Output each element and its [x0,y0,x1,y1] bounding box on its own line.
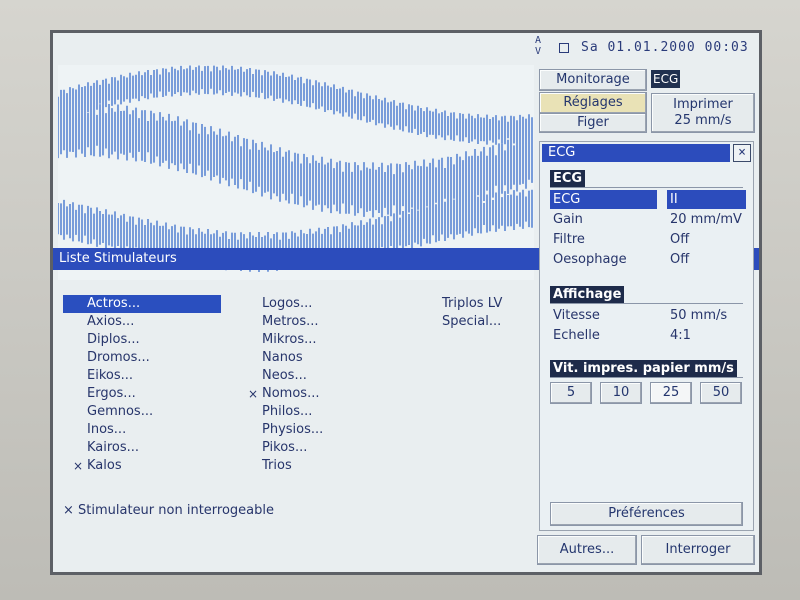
lead-v: V [535,46,542,57]
list-item-label: Kairos... [87,440,140,455]
list-item-label: Physios... [262,422,324,437]
echelle-row[interactable]: Echelle 4:1 [550,326,745,345]
list-item[interactable]: Axios... [63,313,221,331]
footnote: × Stimulateur non interrogeable [63,503,274,518]
imprimer-label: Imprimer [673,97,733,112]
section-ecg: ECG [550,170,586,187]
stimulator-column-3: Triplos LV Special... [418,295,502,331]
status-checkbox[interactable] [559,43,569,53]
reglages-button[interactable]: Réglages [539,92,647,114]
filtre-row[interactable]: Filtre Off [550,230,745,249]
list-item-label: Triplos LV [442,296,503,311]
list-item[interactable]: Actros... [63,295,221,313]
list-item-label: Ergos... [87,386,136,401]
list-item[interactable]: Neos... [238,367,323,385]
list-item[interactable]: Special... [418,313,502,331]
monitorage-button[interactable]: Monitorage [539,69,647,91]
list-item-label: Diplos... [87,332,140,347]
list-item-label: Pikos... [262,440,308,455]
lead-a: A [535,35,542,46]
list-item[interactable]: Pikos... [238,439,323,457]
list-item[interactable]: Triplos LV [418,295,502,313]
oesophage-row[interactable]: Oesophage Off [550,250,745,269]
ecg-lead-row[interactable]: ECG II [550,190,746,209]
list-item[interactable]: Kairos... [63,439,221,457]
row-label: Echelle [553,328,600,343]
list-item-label: Neos... [262,368,307,383]
list-item[interactable]: Ergos... [63,385,221,403]
vitesse-row[interactable]: Vitesse 50 mm/s [550,306,745,325]
non-interrogeable-marker: × [73,459,84,473]
list-item[interactable]: × Nomos... [238,385,323,403]
close-icon[interactable]: × [733,144,751,162]
list-item-label: Special... [442,314,502,329]
list-item-label: Kalos [87,458,122,473]
list-item[interactable]: Physios... [238,421,323,439]
row-value: 4:1 [670,328,691,343]
lead-indicator: A V [535,35,541,57]
row-value: Off [670,252,690,267]
list-item-label: Logos... [262,296,313,311]
list-item-label: Eikos... [87,368,134,383]
dialog-title: ECG [542,144,730,162]
stimulator-column-1: Actros... Axios... Diplos... Dromos... E… [63,295,221,475]
row-label: Oesophage [553,252,627,267]
section-affichage: Affichage [550,286,625,303]
row-label: Gain [553,212,583,227]
ecg-settings-dialog: ECG × ECG ECG II Gain 20 mm/mV Filtre Off O… [539,141,754,531]
screen: A V Sa 01.01.2000 00:03 Monitorage ECG R… [50,30,762,575]
row-value: 50 mm/s [670,308,728,323]
list-item[interactable]: Inos... [63,421,221,439]
status-bar: A V Sa 01.01.2000 00:03 [533,35,759,63]
row-label: Filtre [553,232,585,247]
autres-button[interactable]: Autres... [537,535,637,565]
imprimer-speed: 25 mm/s [674,113,732,128]
list-item[interactable]: Dromos... [63,349,221,367]
list-item-label: Mikros... [262,332,317,347]
list-item-label: Trios [262,458,292,473]
figer-button[interactable]: Figer [539,113,647,133]
stimulator-column-2: Logos... Metros... Mikros... Nanos Neos.… [238,295,323,475]
list-item[interactable]: Logos... [238,295,323,313]
list-item[interactable]: Diplos... [63,331,221,349]
list-item-label: Inos... [87,422,127,437]
row-label: ECG [550,190,657,209]
list-item[interactable]: Philos... [238,403,323,421]
speed-25-button[interactable]: 25 [650,382,692,404]
speed-10-button[interactable]: 10 [600,382,642,404]
section-paper-speed: Vit. impres. papier mm/s [550,360,737,377]
mode-badge: ECG [651,70,681,88]
list-item[interactable]: × Kalos [63,457,221,475]
row-value: 20 mm/mV [670,212,742,227]
list-item[interactable]: Nanos [238,349,323,367]
row-value: Off [670,232,690,247]
list-item[interactable]: Gemnos... [63,403,221,421]
speed-50-button[interactable]: 50 [700,382,742,404]
speed-5-button[interactable]: 5 [550,382,592,404]
datetime-display: Sa 01.01.2000 00:03 [581,40,749,55]
preferences-button[interactable]: Préférences [550,502,743,526]
list-item-label: Gemnos... [87,404,154,419]
list-item-label: Metros... [262,314,319,329]
divider [550,187,743,188]
imprimer-button[interactable]: Imprimer 25 mm/s [651,93,755,133]
list-item-label: Philos... [262,404,313,419]
ecg-trace [58,65,533,272]
list-item[interactable]: Metros... [238,313,323,331]
non-interrogeable-marker: × [248,387,259,401]
list-item[interactable]: Eikos... [63,367,221,385]
list-item[interactable]: Mikros... [238,331,323,349]
list-item-label: Nanos [262,350,303,365]
interroger-button[interactable]: Interroger [641,535,755,565]
list-item-label: Actros... [87,296,141,311]
row-label: Vitesse [553,308,600,323]
divider [550,377,743,378]
divider [550,303,743,304]
list-item-label: Axios... [87,314,135,329]
row-value: II [667,190,746,209]
list-item-label: Dromos... [87,350,150,365]
gain-row[interactable]: Gain 20 mm/mV [550,210,745,229]
list-item-label: Nomos... [262,386,320,401]
list-item[interactable]: Trios [238,457,323,475]
